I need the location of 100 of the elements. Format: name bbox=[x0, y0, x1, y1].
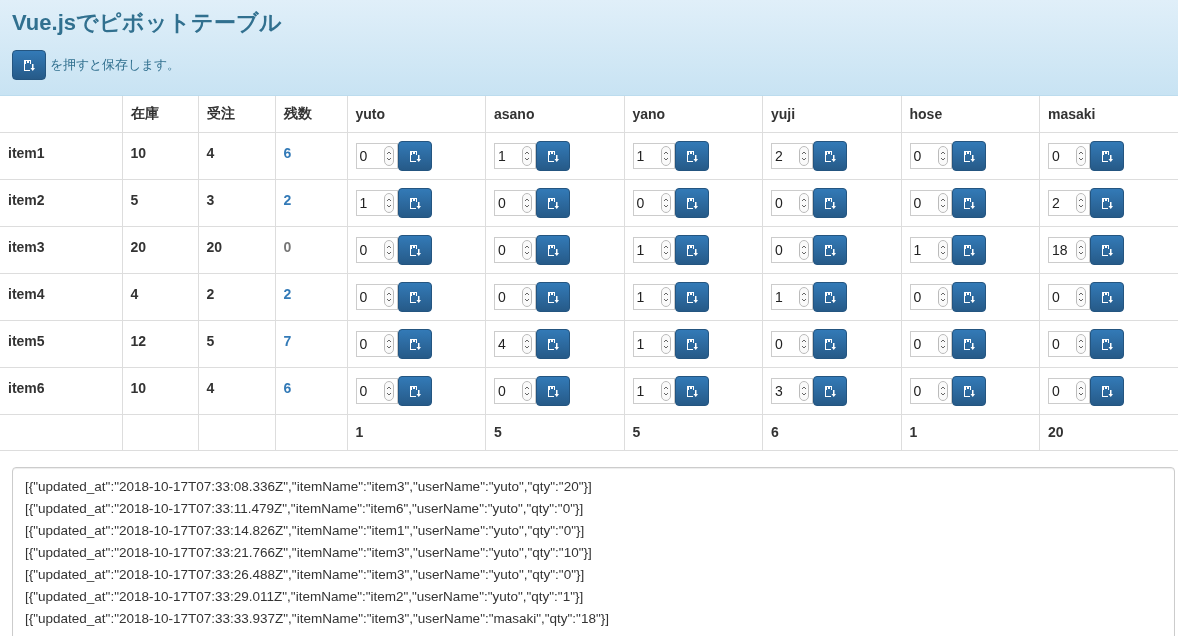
save-button[interactable] bbox=[813, 375, 847, 406]
log-line: [{"updated_at":"2018-10-17T07:33:08.336Z","itemName":"item3","userName":"yuto","qty":"20"}] bbox=[25, 477, 593, 496]
save-button[interactable] bbox=[1090, 234, 1124, 265]
spinner-icon bbox=[660, 192, 671, 213]
save-icon bbox=[962, 196, 975, 209]
save-button[interactable] bbox=[1090, 328, 1124, 359]
stock-cell: 4 bbox=[130, 285, 139, 302]
save-button[interactable] bbox=[536, 234, 570, 265]
total-cell: 1 bbox=[909, 424, 918, 440]
column-header: yuto bbox=[355, 105, 386, 122]
log-line: [{"updated_at":"2018-10-17T07:33:14.826Z","itemName":"item1","userName":"yuto","qty":"0"}] bbox=[25, 521, 586, 540]
spinner-icon bbox=[799, 380, 809, 401]
save-button[interactable] bbox=[674, 140, 709, 171]
spinner-icon bbox=[660, 333, 671, 354]
save-button[interactable] bbox=[1090, 281, 1124, 312]
page-title: Vue.jsでピボットテーブル bbox=[12, 9, 283, 37]
log-line: [{"updated_at":"2018-10-17T07:33:11.479Z","itemName":"item6","userName":"yuto","qty":"0"}] bbox=[25, 499, 585, 518]
save-button[interactable] bbox=[397, 281, 432, 312]
column-header: masaki bbox=[1048, 105, 1096, 122]
save-button[interactable] bbox=[397, 187, 432, 218]
log-line: [{"updated_at":"2018-10-17T07:33:33.937Z","itemName":"item3","userName":"masaki","qty":"18"}] bbox=[25, 609, 610, 628]
save-icon bbox=[685, 196, 698, 209]
save-button[interactable] bbox=[951, 328, 986, 359]
save-button[interactable] bbox=[674, 234, 709, 265]
item-name: item1 bbox=[8, 144, 45, 161]
remaining-cell: 2 bbox=[283, 191, 292, 208]
save-icon bbox=[547, 196, 559, 209]
save-icon bbox=[962, 149, 975, 162]
spinner-icon bbox=[1076, 145, 1086, 166]
save-button[interactable] bbox=[536, 140, 570, 171]
save-button[interactable] bbox=[12, 50, 46, 80]
save-button[interactable] bbox=[813, 234, 847, 265]
stock-cell: 20 bbox=[130, 238, 147, 255]
total-cell: 20 bbox=[1048, 424, 1064, 440]
spinner-icon bbox=[383, 239, 394, 260]
save-button[interactable] bbox=[951, 234, 986, 265]
spinner-icon bbox=[937, 286, 948, 307]
total-cell: 6 bbox=[771, 424, 779, 440]
save-button[interactable] bbox=[813, 328, 847, 359]
log-line: [{"updated_at":"2018-10-17T07:33:21.766Z","itemName":"item3","userName":"yuto","qty":"10"}] bbox=[25, 543, 593, 562]
item-name: item3 bbox=[8, 238, 45, 255]
spinner-icon bbox=[660, 145, 671, 166]
save-icon bbox=[824, 243, 836, 256]
save-icon bbox=[685, 384, 698, 397]
save-icon bbox=[685, 337, 698, 350]
save-button[interactable] bbox=[1090, 140, 1124, 171]
spinner-icon bbox=[799, 286, 809, 307]
save-button[interactable] bbox=[397, 140, 432, 171]
log-line: [{"updated_at":"2018-10-17T07:33:26.488Z","itemName":"item3","userName":"yuto","qty":"0"}] bbox=[25, 565, 586, 584]
save-button[interactable] bbox=[397, 328, 432, 359]
save-icon bbox=[962, 290, 975, 303]
save-button[interactable] bbox=[674, 281, 709, 312]
spinner-icon bbox=[660, 239, 671, 260]
orders-cell: 2 bbox=[206, 285, 215, 302]
save-button[interactable] bbox=[674, 375, 709, 406]
orders-cell: 5 bbox=[206, 332, 215, 349]
save-button[interactable] bbox=[1090, 187, 1124, 218]
save-button[interactable] bbox=[536, 328, 570, 359]
save-icon bbox=[1101, 149, 1113, 162]
save-icon bbox=[1101, 337, 1113, 350]
spinner-icon bbox=[937, 192, 948, 213]
total-cell: 1 bbox=[355, 424, 364, 440]
orders-cell: 4 bbox=[206, 379, 215, 396]
orders-cell: 4 bbox=[206, 144, 215, 161]
save-button[interactable] bbox=[951, 187, 986, 218]
log-textarea[interactable] bbox=[12, 466, 1175, 636]
save-button[interactable] bbox=[536, 281, 570, 312]
stock-cell: 10 bbox=[130, 144, 147, 161]
column-header: hose bbox=[909, 105, 943, 122]
save-icon bbox=[1101, 384, 1113, 397]
save-button[interactable] bbox=[813, 281, 847, 312]
save-icon bbox=[1101, 243, 1113, 256]
save-button[interactable] bbox=[951, 375, 986, 406]
save-button[interactable] bbox=[1090, 375, 1124, 406]
save-button[interactable] bbox=[674, 328, 709, 359]
save-button[interactable] bbox=[536, 375, 570, 406]
save-button[interactable] bbox=[674, 187, 709, 218]
spinner-icon bbox=[937, 333, 948, 354]
column-header: yuji bbox=[771, 105, 796, 122]
save-icon bbox=[547, 243, 559, 256]
save-button[interactable] bbox=[951, 281, 986, 312]
save-button[interactable] bbox=[397, 234, 432, 265]
spinner-icon bbox=[799, 145, 809, 166]
save-button[interactable] bbox=[397, 375, 432, 406]
save-button[interactable] bbox=[536, 187, 570, 218]
spinner-icon bbox=[383, 380, 394, 401]
save-button[interactable] bbox=[813, 187, 847, 218]
save-icon bbox=[685, 243, 698, 256]
orders-cell: 20 bbox=[206, 238, 223, 255]
save-icon bbox=[1101, 290, 1113, 303]
spinner-icon bbox=[383, 286, 394, 307]
save-icon bbox=[824, 290, 836, 303]
total-cell: 5 bbox=[494, 424, 502, 440]
save-icon bbox=[547, 290, 559, 303]
save-icon bbox=[962, 384, 975, 397]
save-button[interactable] bbox=[813, 140, 847, 171]
spinner-icon bbox=[1076, 333, 1086, 354]
save-button[interactable] bbox=[951, 140, 986, 171]
spinner-icon bbox=[522, 192, 532, 213]
save-icon bbox=[408, 290, 421, 303]
